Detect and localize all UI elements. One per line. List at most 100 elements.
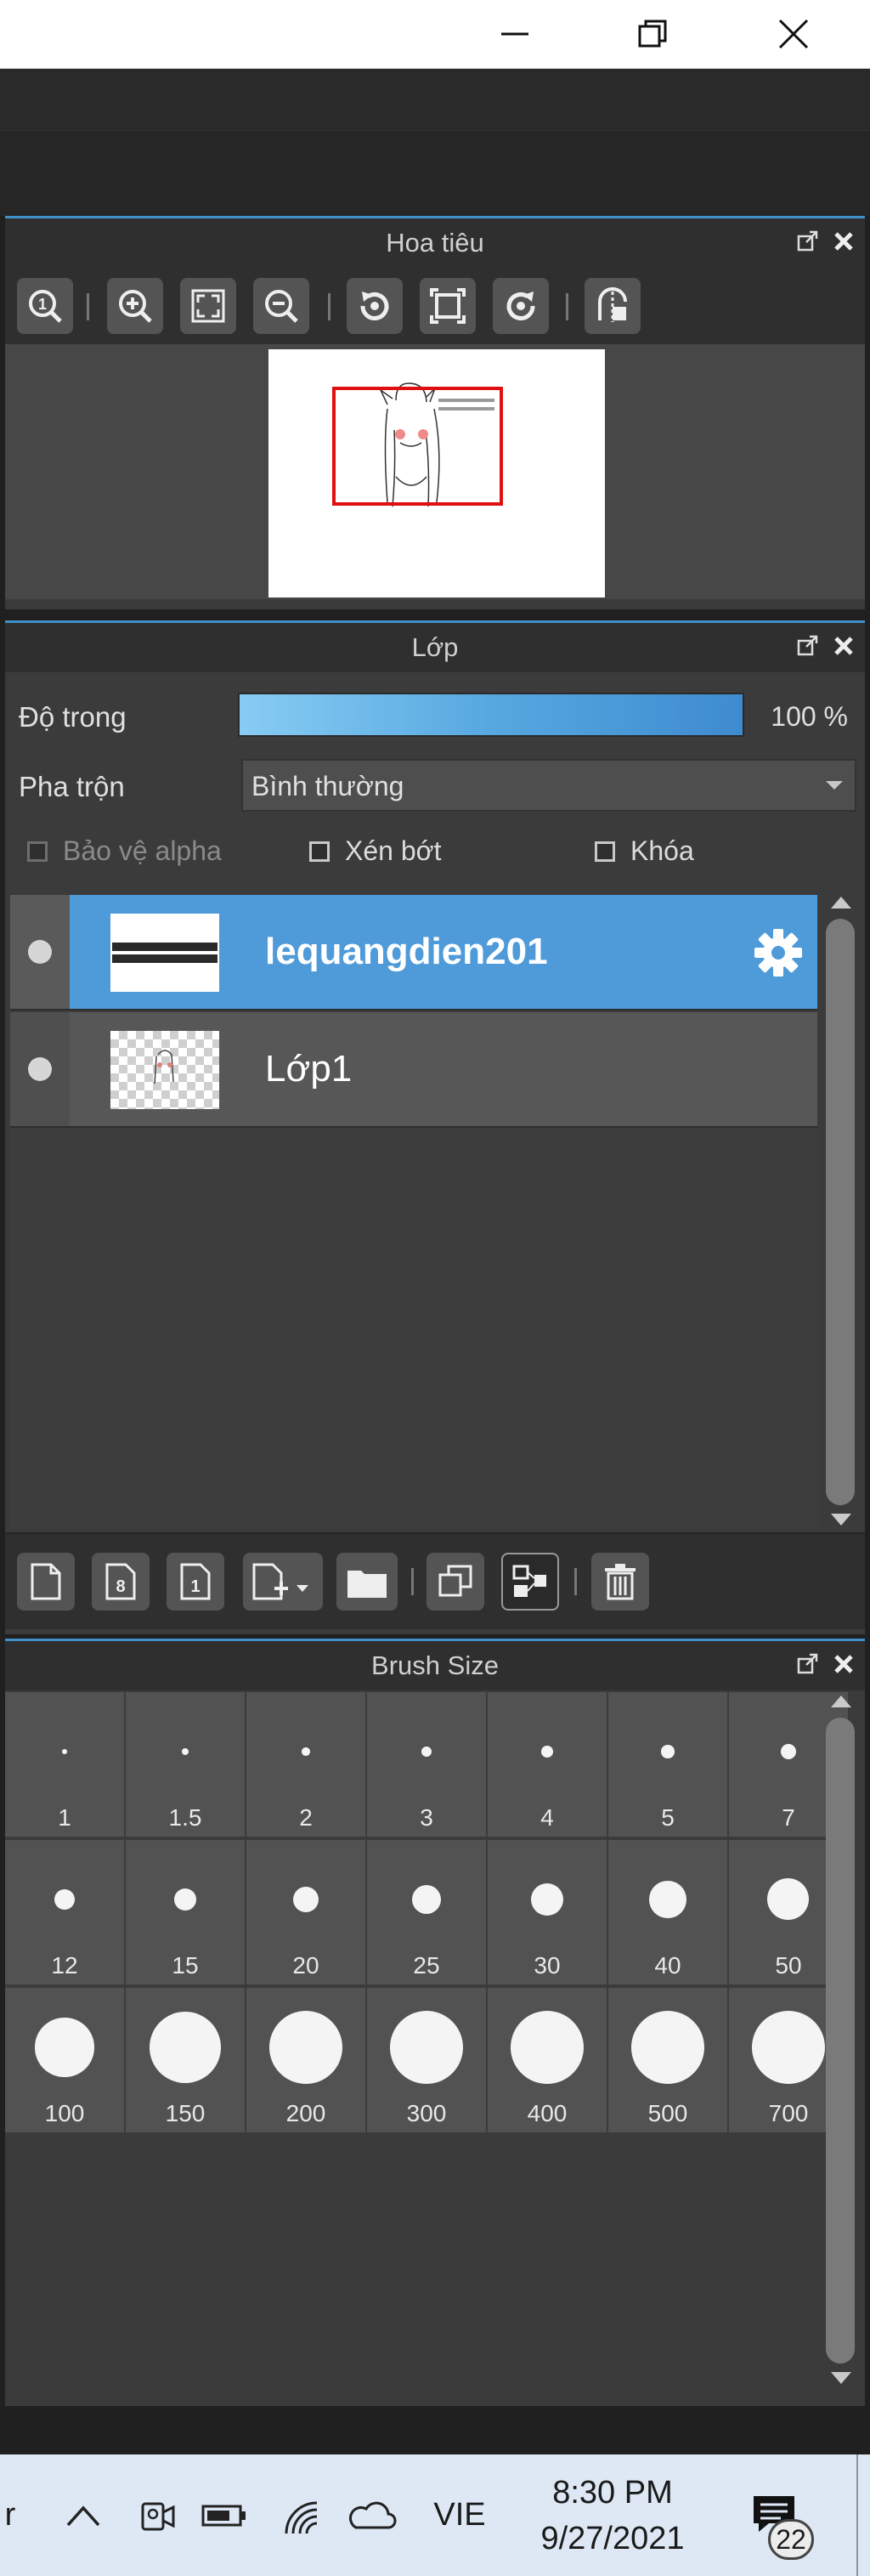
brush-size-cell[interactable]: 15 (126, 1840, 245, 1984)
brush-size-cell[interactable]: 500 (608, 1988, 727, 2132)
blend-mode-select[interactable]: Bình thường (241, 759, 856, 812)
brush-size-cell[interactable]: 12 (5, 1840, 124, 1984)
scroll-thumb[interactable] (826, 919, 855, 1505)
popout-icon[interactable] (795, 1651, 821, 1677)
brush-size-cell[interactable]: 300 (367, 1988, 486, 2132)
brush-dot (35, 2018, 94, 2077)
brush-size-label: 400 (527, 2100, 568, 2126)
onedrive-icon[interactable] (340, 2454, 403, 2576)
navigator-toolbar: 1 (5, 268, 865, 344)
layers-scrollbar[interactable] (821, 893, 858, 1531)
language-indicator[interactable]: VIE (421, 2454, 498, 2576)
scroll-up-arrow[interactable] (831, 897, 851, 909)
svg-text:8: 8 (116, 1577, 125, 1596)
brush-dot (149, 2011, 222, 2084)
brush-dot (767, 1878, 810, 1921)
brush-dot (752, 2011, 825, 2084)
separator (411, 1568, 414, 1595)
battery-icon[interactable] (197, 2454, 251, 2576)
zoom-in-icon[interactable] (107, 278, 163, 334)
brush-size-cell[interactable]: 1.5 (126, 1692, 245, 1837)
close-panel-icon[interactable] (831, 229, 856, 254)
folder-icon[interactable] (336, 1553, 398, 1611)
popout-icon[interactable] (795, 633, 821, 659)
canvas-preview[interactable] (268, 349, 605, 597)
brush-size-cell[interactable]: 2 (246, 1692, 365, 1837)
brush-size-cell[interactable]: 1 (5, 1692, 124, 1837)
brush-size-cell[interactable]: 150 (126, 1988, 245, 2132)
rotate-right-icon[interactable] (493, 278, 549, 334)
opacity-slider[interactable] (238, 693, 744, 737)
fit-icon[interactable] (180, 278, 236, 334)
layer-toolbar: 8 1 (5, 1532, 865, 1629)
taskbar: r VIE 8:30 PM 9/27/2021 22 (0, 2454, 870, 2576)
add-layer-dropdown-icon[interactable] (243, 1553, 323, 1611)
zoom-out-icon[interactable] (253, 278, 309, 334)
wifi-icon[interactable] (274, 2454, 328, 2576)
layer-row[interactable]: Lớp1 (10, 1012, 817, 1128)
minimize-button[interactable] (477, 0, 552, 68)
brush-dot (780, 1743, 797, 1760)
brush-size-header: Brush Size (5, 1641, 865, 1690)
trash-icon[interactable] (591, 1553, 649, 1611)
layers-title: Lớp (411, 632, 459, 662)
close-panel-icon[interactable] (831, 633, 856, 659)
brush-size-cell[interactable]: 40 (608, 1840, 727, 1984)
brush-size-cell[interactable]: 25 (367, 1840, 486, 1984)
scroll-down-arrow[interactable] (831, 2372, 851, 2384)
eye-dot-icon (28, 940, 52, 964)
brush-size-label: 15 (172, 1952, 199, 1979)
fit-rotate-icon[interactable] (420, 278, 476, 334)
viewport-frame[interactable] (332, 387, 503, 506)
brush-dot (531, 1883, 563, 1916)
gear-icon[interactable] (753, 927, 804, 978)
clipping-checkbox[interactable]: Xén bớt (309, 835, 442, 867)
brush-size-label: 2 (299, 1804, 313, 1831)
brush-size-cell[interactable]: 30 (488, 1840, 607, 1984)
meet-now-icon[interactable] (129, 2454, 184, 2576)
new-layer-icon[interactable] (17, 1553, 75, 1611)
protect-alpha-checkbox[interactable]: Bảo vệ alpha (27, 835, 222, 867)
menu-strip (0, 69, 870, 131)
scroll-down-arrow[interactable] (831, 1514, 851, 1526)
brush-size-label: 1 (58, 1804, 71, 1831)
brush-scrollbar[interactable] (821, 1692, 858, 2389)
restore-button[interactable] (615, 0, 690, 68)
rotate-left-icon[interactable] (347, 278, 403, 334)
brush-size-label: 3 (420, 1804, 433, 1831)
clock[interactable]: 8:30 PM 9/27/2021 (515, 2454, 710, 2576)
checkbox-box (309, 841, 330, 862)
brush-size-cell[interactable]: 400 (488, 1988, 607, 2132)
navigator-view[interactable] (5, 344, 865, 599)
brush-dot (541, 1746, 553, 1758)
brush-size-cell[interactable]: 20 (246, 1840, 365, 1984)
visibility-toggle[interactable] (10, 895, 70, 1009)
new-8bit-layer-icon[interactable]: 8 (92, 1553, 150, 1611)
merge-icon[interactable] (501, 1553, 559, 1611)
new-1bit-layer-icon[interactable]: 1 (167, 1553, 224, 1611)
visibility-toggle[interactable] (10, 1012, 70, 1126)
scroll-up-arrow[interactable] (831, 1696, 851, 1707)
brush-size-cell[interactable]: 100 (5, 1988, 124, 2132)
show-desktop-divider[interactable] (856, 2454, 858, 2576)
brush-size-label: 30 (534, 1952, 561, 1979)
scroll-thumb[interactable] (826, 1718, 855, 2364)
close-window-button[interactable] (756, 0, 831, 68)
duplicate-icon[interactable] (427, 1553, 484, 1611)
lock-checkbox[interactable]: Khóa (595, 835, 694, 867)
brush-size-cell[interactable]: 3 (367, 1692, 486, 1837)
brush-size-cell[interactable]: 4 (488, 1692, 607, 1837)
popout-icon[interactable] (795, 229, 821, 254)
checkbox-label: Xén bớt (345, 835, 442, 866)
layer-row[interactable]: lequangdien201 (10, 895, 817, 1011)
brush-size-cell[interactable]: 200 (246, 1988, 365, 2132)
brush-size-cell[interactable]: 5 (608, 1692, 727, 1837)
close-panel-icon[interactable] (831, 1651, 856, 1677)
zoom-actual-icon[interactable]: 1 (17, 278, 73, 334)
chevron-up-icon[interactable] (58, 2454, 109, 2576)
layer-name: lequangdien201 (265, 931, 548, 972)
checkbox-box (27, 841, 48, 862)
flip-icon[interactable] (585, 278, 641, 334)
notifications-button[interactable]: 22 (736, 2454, 817, 2576)
checkbox-label: Bảo vệ alpha (63, 835, 222, 866)
